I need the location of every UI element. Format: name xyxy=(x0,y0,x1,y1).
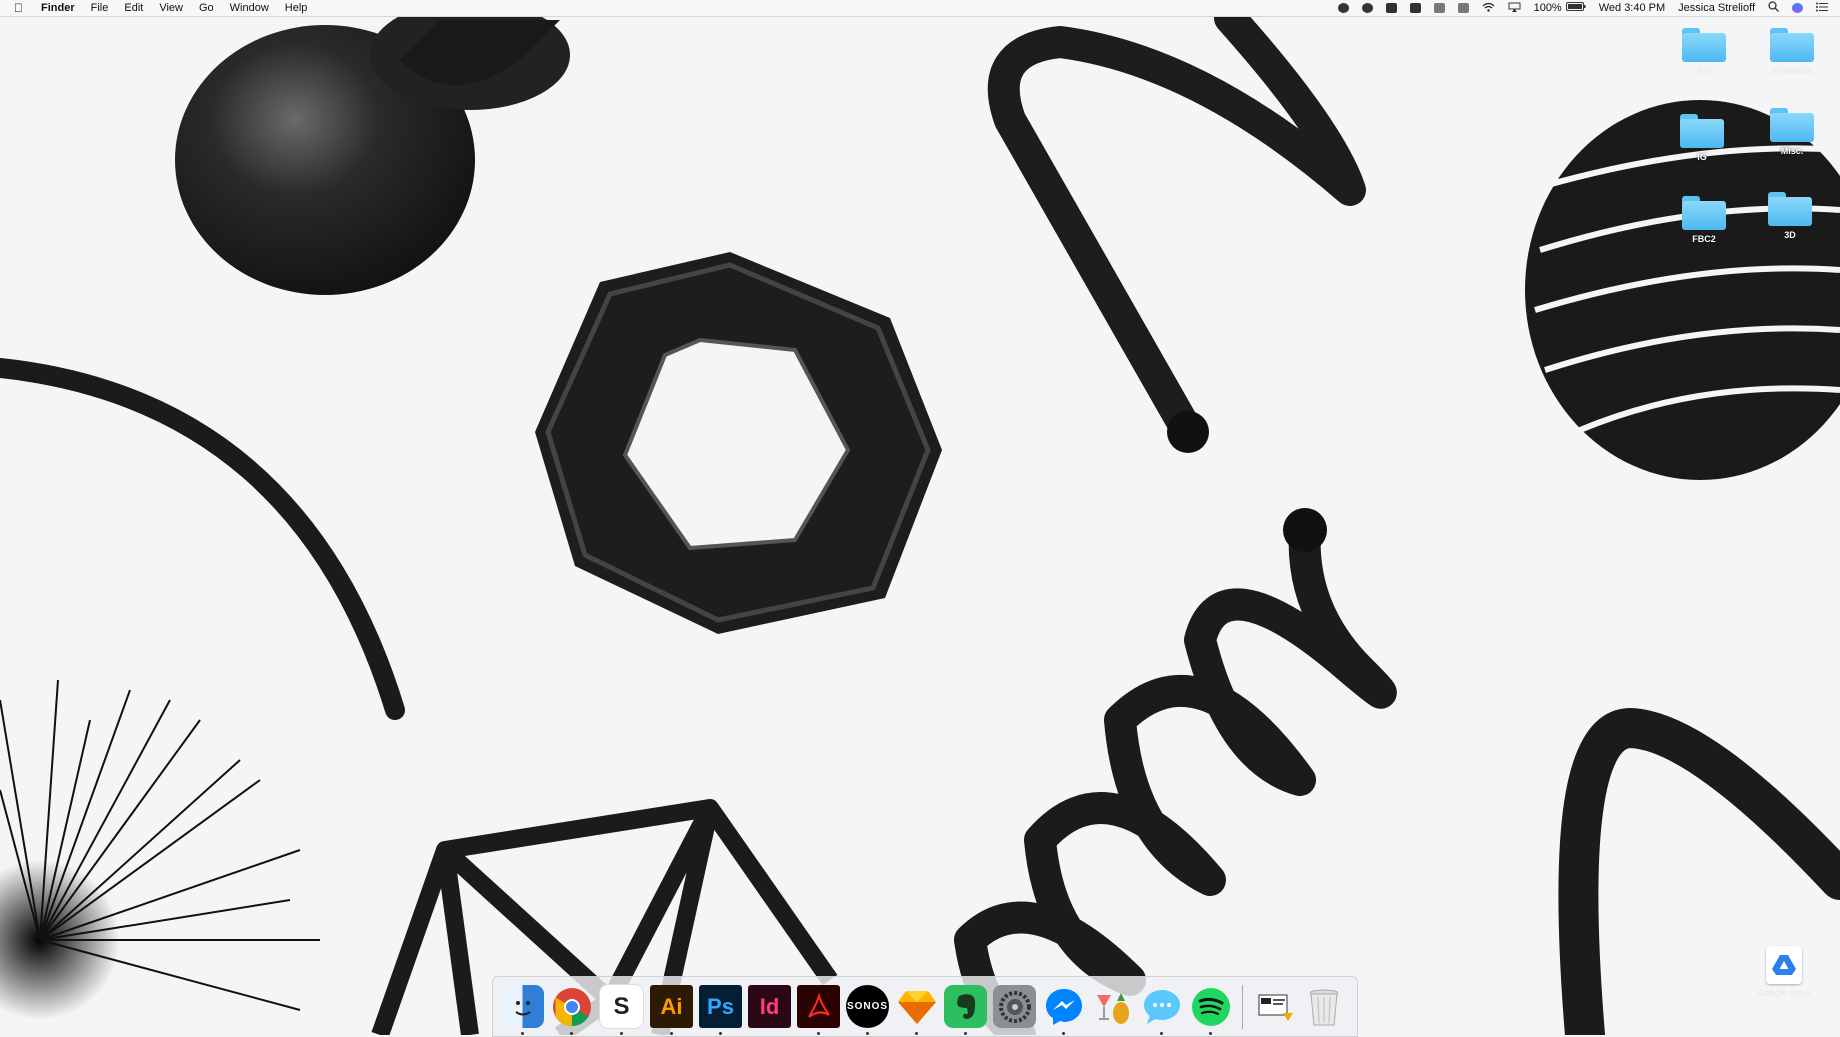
spotify-icon xyxy=(1191,987,1230,1026)
blob-shape xyxy=(175,16,570,295)
user-name[interactable]: Jessica Strelioff xyxy=(1678,2,1755,14)
airplay-icon[interactable] xyxy=(1508,2,1521,15)
desktop-folder-3d[interactable]: 3D xyxy=(1750,192,1830,240)
menu-bar:  Finder File Edit View Go Window Help 1… xyxy=(0,0,1840,17)
desktop-wallpaper xyxy=(0,16,1840,1035)
dock-acrobat[interactable] xyxy=(797,985,840,1035)
notification-center-icon[interactable] xyxy=(1816,2,1828,15)
trash-icon xyxy=(1309,989,1338,1025)
dock-spotify[interactable] xyxy=(1189,985,1232,1035)
desktop-folder-ig[interactable]: IG xyxy=(1662,114,1742,162)
menu-edit[interactable]: Edit xyxy=(124,2,143,14)
battery-percent[interactable]: 100% xyxy=(1534,2,1562,14)
bluetooth-icon[interactable] xyxy=(1457,3,1469,13)
desktop-folder-inspiration[interactable]: inspiration xyxy=(1752,28,1832,76)
menu-go[interactable]: Go xyxy=(199,2,214,14)
dock: S Ai Ps Id SONOS xyxy=(492,976,1358,1037)
dock-cocktail[interactable] xyxy=(1091,985,1134,1028)
spotlight-icon[interactable] xyxy=(1768,1,1779,15)
hook-tube-shape xyxy=(987,16,1366,453)
dock-sketch[interactable] xyxy=(895,985,938,1035)
desktop-icon-label: IG xyxy=(1697,152,1707,162)
photoshop-icon: Ps xyxy=(707,993,734,1019)
dropbox-icon[interactable] xyxy=(1409,3,1421,13)
folder-icon xyxy=(1682,28,1726,62)
menu-window[interactable]: Window xyxy=(230,2,269,14)
evernote-icon xyxy=(956,993,975,1019)
clock[interactable]: Wed 3:40 PM xyxy=(1599,2,1665,14)
system-preferences-icon xyxy=(998,990,1031,1023)
folder-icon xyxy=(1770,28,1814,62)
messenger-icon xyxy=(1045,988,1082,1025)
dock-photoshop[interactable]: Ps xyxy=(699,985,742,1035)
google-drive-icon xyxy=(1766,946,1802,984)
dock-downloads-stack[interactable] xyxy=(1253,985,1296,1028)
dock-slack[interactable]: S xyxy=(599,984,644,1035)
menu-view[interactable]: View xyxy=(159,2,183,14)
dock-messenger[interactable] xyxy=(1042,985,1085,1035)
folder-icon xyxy=(1770,108,1814,142)
desktop-icon-label: Google Drive xyxy=(1757,988,1811,998)
dock-illustrator[interactable]: Ai xyxy=(650,985,693,1035)
google-drive-icon[interactable] xyxy=(1433,3,1445,13)
dock-chrome[interactable] xyxy=(550,985,593,1035)
desktop-icon-label: inspiration xyxy=(1771,66,1813,76)
menu-file[interactable]: File xyxy=(91,2,109,14)
folder-icon xyxy=(1682,196,1726,230)
finder-icon xyxy=(514,1000,531,1015)
dock-evernote[interactable] xyxy=(944,985,987,1035)
desktop-icon-label: FBC2 xyxy=(1692,234,1716,244)
menu-help[interactable]: Help xyxy=(285,2,308,14)
sketch-icon xyxy=(897,990,936,1024)
folder-icon xyxy=(1768,192,1812,226)
wifi-icon[interactable] xyxy=(1482,2,1495,15)
dock-indesign[interactable]: Id xyxy=(748,985,791,1028)
dock-separator xyxy=(1242,984,1243,1029)
desktop-icon-label: RH xyxy=(1697,66,1711,76)
apple-logo-icon[interactable]:  xyxy=(14,1,23,15)
desktop-folder-fbc2[interactable]: FBC2 xyxy=(1664,196,1744,244)
spring-coil-shape xyxy=(954,508,1397,1035)
skype-icon[interactable] xyxy=(1337,3,1349,13)
acrobat-icon xyxy=(807,992,830,1018)
cocktail-icon xyxy=(1096,992,1129,1024)
dock-trash[interactable] xyxy=(1302,985,1345,1028)
illustrator-icon: Ai xyxy=(660,993,683,1019)
desktop-folder-rh[interactable]: RH xyxy=(1664,28,1744,76)
hexagon-torus-shape xyxy=(535,252,942,634)
slack-icon: S xyxy=(613,992,630,1020)
starburst-shape xyxy=(0,679,320,1020)
desktop-icon-label: Misc. xyxy=(1780,146,1804,156)
dock-finder[interactable] xyxy=(501,985,544,1035)
dock-system-preferences[interactable] xyxy=(993,985,1036,1028)
dock-messages[interactable] xyxy=(1140,985,1183,1035)
desktop-icon-label: 3D xyxy=(1784,230,1796,240)
folder-icon xyxy=(1680,114,1724,148)
desktop-folder-misc[interactable]: Misc. xyxy=(1752,108,1832,156)
downloads-stack-icon xyxy=(1258,994,1293,1021)
dock-sonos[interactable]: SONOS xyxy=(846,985,889,1035)
messages-icon xyxy=(1143,989,1180,1024)
battery-icon[interactable] xyxy=(1565,2,1586,14)
sonos-icon: SONOS xyxy=(846,1001,889,1012)
desktop-google-drive[interactable]: Google Drive xyxy=(1744,946,1824,998)
creative-cloud-icon[interactable] xyxy=(1361,3,1373,13)
indesign-icon: Id xyxy=(759,993,780,1019)
flux-icon[interactable] xyxy=(1385,3,1397,13)
siri-icon[interactable] xyxy=(1792,3,1803,13)
arc-shape xyxy=(0,358,405,720)
menu-app-name[interactable]: Finder xyxy=(41,2,75,14)
chrome-icon xyxy=(552,987,591,1026)
